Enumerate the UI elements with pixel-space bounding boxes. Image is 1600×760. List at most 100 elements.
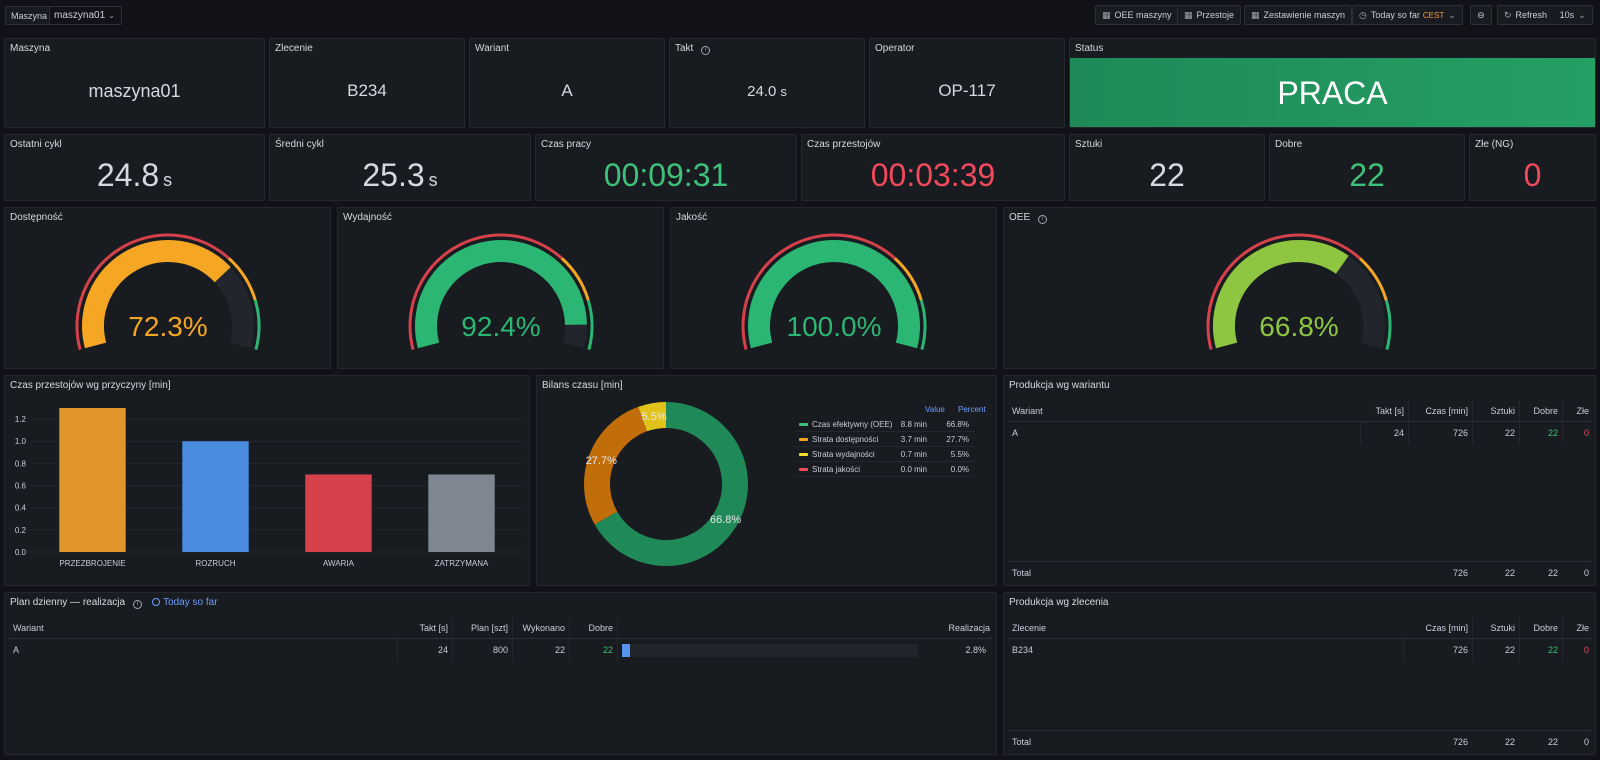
- legend-value: 8.8 min: [900, 420, 927, 429]
- legend-item[interactable]: Strata jakości 0.0 min 0.0%: [795, 462, 975, 477]
- legend-value: 0.0 min: [900, 465, 927, 474]
- table-cell: 0: [1583, 737, 1589, 747]
- oee-machine-link-button[interactable]: ▦ OEE maszyny: [1095, 5, 1179, 25]
- takt-unit: s: [780, 84, 787, 99]
- column-header[interactable]: Dobre: [569, 617, 617, 639]
- panel-title: Czas pracy: [541, 139, 592, 150]
- work-time-value: 00:09:31: [603, 157, 729, 193]
- refresh-button[interactable]: ↻ Refresh 10s ⌄: [1497, 5, 1593, 25]
- column-header[interactable]: Czas [min]: [1408, 400, 1472, 422]
- bar[interactable]: [428, 474, 495, 552]
- column-header[interactable]: Takt [s]: [1360, 400, 1408, 422]
- table-cell: 22: [512, 639, 569, 661]
- chevron-down-icon: ⌄: [1448, 10, 1456, 20]
- bar[interactable]: [182, 441, 249, 552]
- gauge-threshold-arc: [919, 299, 927, 350]
- legend-value-header: Value: [925, 405, 945, 414]
- machine-variable-select[interactable]: maszyna01 ⌄: [49, 6, 122, 25]
- time-range-picker[interactable]: ◷ Today so far CEST ⌄: [1352, 5, 1463, 25]
- status-panel: Status PRACA: [1069, 38, 1596, 128]
- bar[interactable]: [305, 474, 372, 552]
- column-header[interactable]: Takt [s]: [397, 617, 452, 639]
- work-time-panel: Czas pracy 00:09:31: [535, 134, 797, 201]
- dashboard-icon: ▦: [1251, 10, 1260, 20]
- downtime-link-button[interactable]: ▦ Przestoje: [1177, 5, 1242, 25]
- order-table: Zlecenie Czas [min] Sztuki Dobre Złe B23…: [1008, 617, 1591, 754]
- legend-item[interactable]: Czas efektywny (OEE) 8.8 min 66.8%: [795, 417, 975, 432]
- gauge-value-label: 92.4%: [461, 311, 540, 342]
- gauge-threshold-arc: [586, 299, 594, 350]
- info-icon[interactable]: i: [701, 46, 711, 55]
- legend-item[interactable]: Strata wydajności 0.7 min 5.5%: [795, 447, 975, 462]
- zoom-out-button[interactable]: ⊖: [1470, 5, 1492, 25]
- panel-title: Czas przestojów: [807, 139, 881, 150]
- progress-bar: [622, 644, 918, 657]
- machine-variable-value: maszyna01: [54, 10, 106, 21]
- time-balance-donut-chart: 66.8% 27.7% 5.5%: [584, 402, 748, 566]
- table-row: B234 726 22 22 0: [1008, 639, 1591, 661]
- downtime-label: Przestoje: [1196, 10, 1235, 20]
- table-row: A 24 800 22 22 2.8%: [9, 639, 992, 661]
- avg-cycle-number: 25.3: [362, 157, 425, 193]
- column-header[interactable]: Zlecenie: [1008, 617, 1050, 639]
- legend-label: Strata wydajności: [812, 450, 875, 459]
- table-cell: 22: [1504, 737, 1515, 747]
- oee-gauge: 66.8%: [1206, 233, 1392, 350]
- table-cell: 22: [1472, 422, 1519, 444]
- donut-slice[interactable]: [584, 406, 648, 525]
- good-value: 22: [1349, 157, 1385, 193]
- column-header[interactable]: Dobre: [1519, 400, 1562, 422]
- table-cell: 800: [452, 639, 512, 661]
- legend-percent: 66.8%: [946, 420, 969, 429]
- column-header[interactable]: Sztuki: [1472, 617, 1519, 639]
- machine-value: maszyna01: [88, 81, 181, 101]
- panel-title: Produkcja wg wariantu: [1009, 380, 1110, 391]
- column-header[interactable]: Wariant: [9, 617, 48, 639]
- column-header[interactable]: Wariant: [1008, 400, 1047, 422]
- panel-title: Maszyna: [10, 43, 51, 54]
- total-label: Total: [1012, 737, 1032, 747]
- panel-title: Sztuki: [1075, 139, 1103, 150]
- legend-swatch: [799, 468, 808, 471]
- downtime-time-value: 00:03:39: [870, 157, 996, 193]
- avg-cycle-value: 25.3 s: [270, 157, 530, 194]
- total-label: Total: [1012, 568, 1032, 578]
- legend-item[interactable]: Strata dostępności 3.7 min 27.7%: [795, 432, 975, 447]
- column-header[interactable]: Czas [min]: [1403, 617, 1472, 639]
- column-header[interactable]: Dobre: [1519, 617, 1562, 639]
- x-tick-label: AWARIA: [323, 559, 355, 568]
- x-tick-label: ZATRZYMANA: [435, 559, 489, 568]
- machine-summary-link-button[interactable]: ▦ Zestawienie maszyn: [1244, 5, 1353, 25]
- production-by-order-panel: Produkcja wg zlecenia Zlecenie Czas [min…: [1003, 592, 1596, 755]
- time-shift-link[interactable]: Today so far: [152, 597, 218, 608]
- performance-gauge: 92.4%: [408, 233, 594, 350]
- dashboard-icon: ▦: [1184, 10, 1193, 20]
- variable-label: Maszyna: [5, 6, 54, 25]
- bar[interactable]: [59, 408, 126, 552]
- y-tick-label: 0.8: [15, 459, 27, 468]
- panel-title: Dobre: [1275, 139, 1303, 150]
- takt-value: 24.0 s: [670, 83, 864, 100]
- last-cycle-value: 24.8 s: [5, 157, 264, 194]
- progress-bar-fill: [622, 644, 631, 657]
- bad-panel: Złe (NG) 0: [1469, 134, 1596, 201]
- gauge-value-label: 72.3%: [128, 311, 207, 342]
- table-cell: 22: [1472, 639, 1519, 661]
- table-header: Wariant Takt [s] Czas [min] Sztuki Dobre…: [1008, 400, 1591, 422]
- avg-cycle-panel: Średni cykl 25.3 s: [269, 134, 531, 201]
- slice-label: 27.7%: [586, 455, 617, 467]
- info-icon[interactable]: i: [133, 600, 143, 609]
- column-header[interactable]: Realizacja: [617, 617, 994, 639]
- column-header[interactable]: Wykonano: [512, 617, 569, 639]
- column-header[interactable]: Złe: [1562, 617, 1593, 639]
- panel-title: Złe (NG): [1475, 139, 1514, 150]
- y-tick-label: 0.2: [15, 526, 27, 535]
- column-header[interactable]: Sztuki: [1472, 400, 1519, 422]
- avg-cycle-unit: s: [428, 170, 438, 190]
- dashboard-icon: ▦: [1102, 10, 1111, 20]
- column-header[interactable]: Plan [szt]: [452, 617, 512, 639]
- table-row: A 24 726 22 22 0: [1008, 422, 1591, 444]
- table-cell: 22: [1519, 422, 1562, 444]
- legend-percent: 27.7%: [946, 435, 969, 444]
- column-header[interactable]: Złe: [1562, 400, 1593, 422]
